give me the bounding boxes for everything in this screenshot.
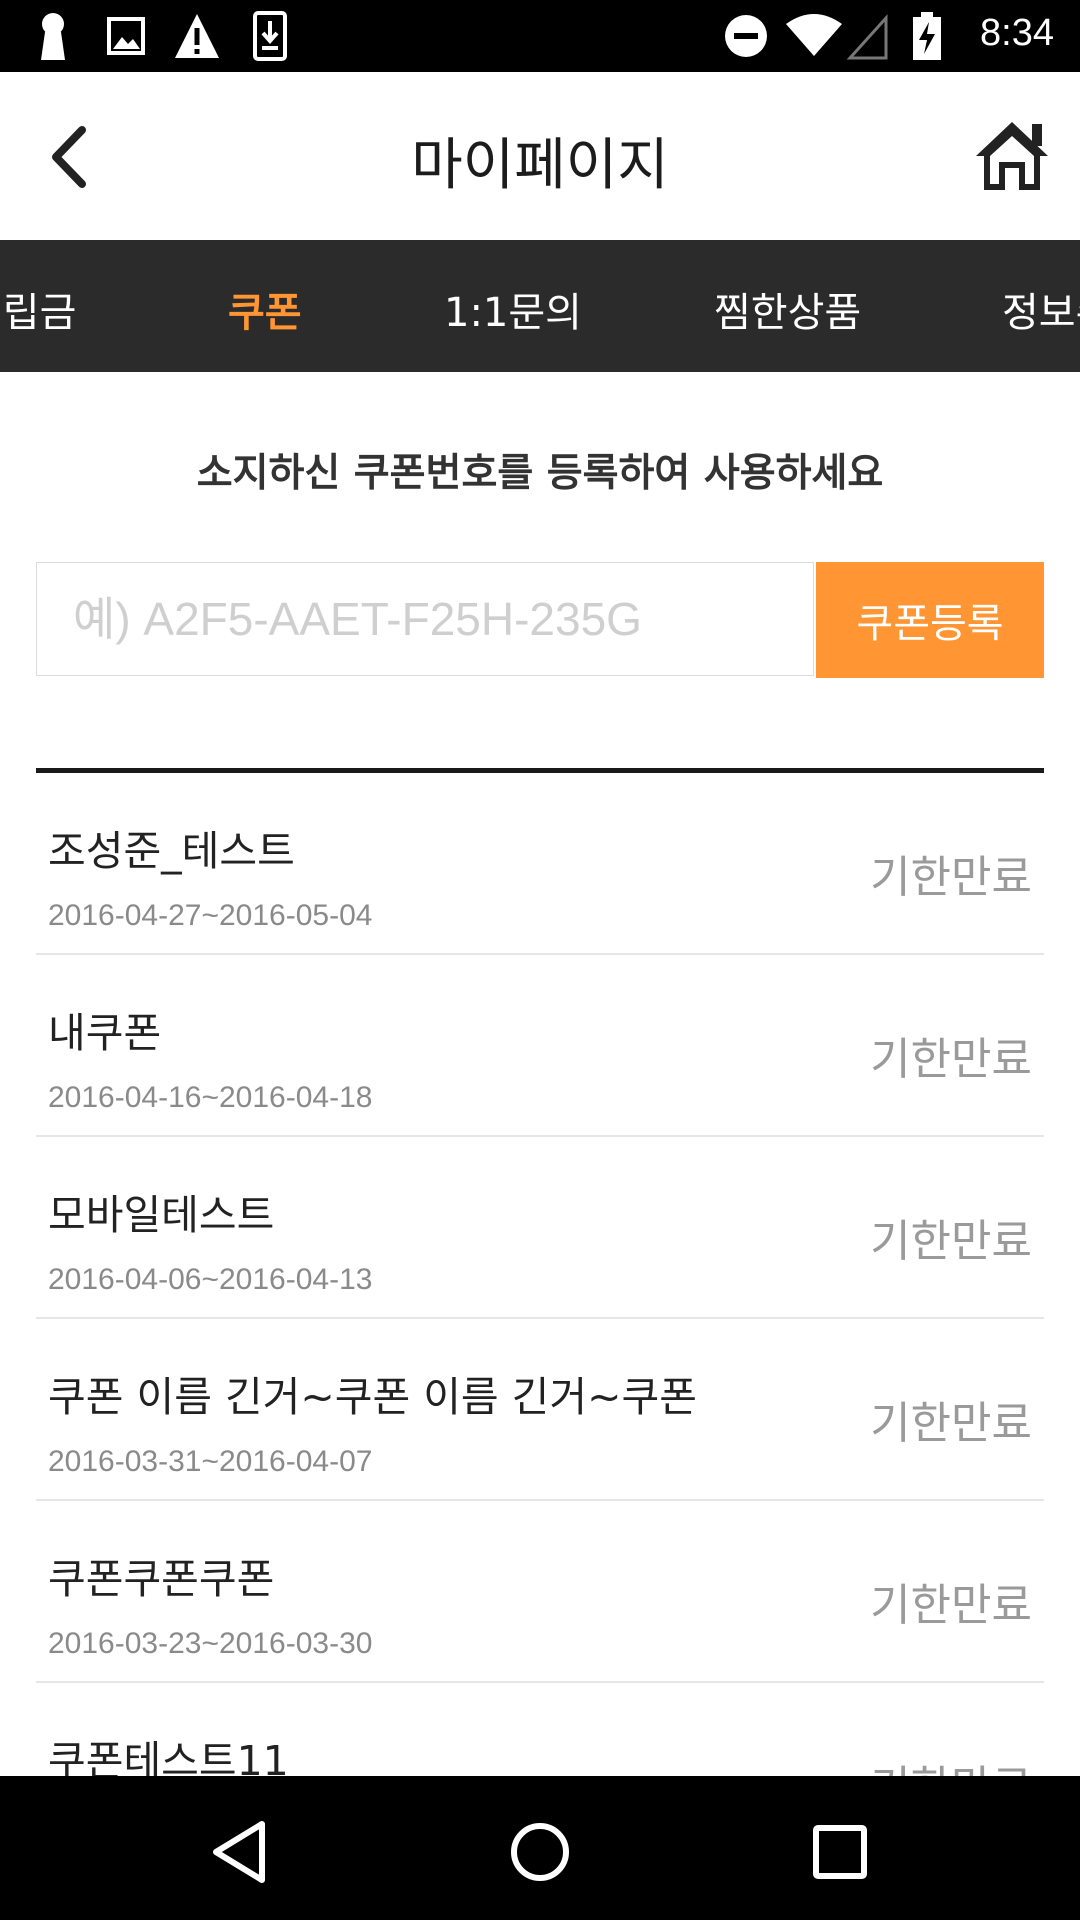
tab-edit-info[interactable]: 정보수정 [1002, 280, 1080, 338]
coupon-period: 2016-03-31~2016-04-07 [48, 1445, 373, 1478]
list-item[interactable]: 모바일테스트 2016-04-06~2016-04-13 기한만료 [36, 1137, 1044, 1319]
coupon-name: 내쿠폰 [48, 1009, 162, 1057]
warning-icon [175, 14, 219, 58]
coupon-period: 2016-03-23~2016-03-30 [48, 1627, 373, 1660]
page-title: 마이페이지 [411, 133, 669, 198]
tab-coupon[interactable]: 쿠폰 [228, 280, 302, 338]
tab-inquiry[interactable]: 1:1문의 [444, 280, 582, 338]
coupon-name: 쿠폰 이름 긴거~쿠폰 이름 긴거~쿠폰 [48, 1373, 697, 1421]
coupon-name: 조성준_테스트 [48, 827, 295, 875]
coupon-code-input[interactable] [36, 562, 814, 676]
coupon-list: 조성준_테스트 2016-04-27~2016-05-04 기한만료 내쿠폰 2… [36, 773, 1044, 1865]
download-icon [253, 11, 287, 61]
coupon-status: 기한만료 [870, 852, 1032, 903]
wifi-icon [786, 14, 842, 56]
list-item[interactable]: 쿠폰 이름 긴거~쿠폰 이름 긴거~쿠폰 2016-03-31~2016-04-… [36, 1319, 1044, 1501]
coupon-status: 기한만료 [870, 1034, 1032, 1085]
home-button[interactable] [972, 116, 1052, 196]
battery-charging-icon [913, 12, 941, 60]
coupon-instruction: 소지하신 쿠폰번호를 등록하여 사용하세요 [196, 451, 884, 496]
home-circle-icon[interactable] [500, 1812, 580, 1892]
coupon-register-form: 쿠폰등록 [36, 562, 1044, 678]
coupon-status: 기한만료 [870, 1216, 1032, 1267]
list-item[interactable]: 조성준_테스트 2016-04-27~2016-05-04 기한만료 [36, 773, 1044, 955]
list-item[interactable]: 쿠폰쿠폰쿠폰 2016-03-23~2016-03-30 기한만료 [36, 1501, 1044, 1683]
list-item[interactable]: 내쿠폰 2016-04-16~2016-04-18 기한만료 [36, 955, 1044, 1137]
coupon-name: 모바일테스트 [48, 1191, 275, 1239]
coupon-status: 기한만료 [870, 1398, 1032, 1449]
coupon-status: 기한만료 [870, 1580, 1032, 1631]
tab-wishlist[interactable]: 찜한상품 [714, 280, 861, 338]
cellular-signal-icon [846, 14, 888, 60]
recents-square-icon[interactable] [800, 1812, 880, 1892]
keyhole-icon [41, 13, 65, 60]
tab-bar: 적립금 쿠폰 1:1문의 찜한상품 정보수정 [0, 240, 1080, 372]
tab-points[interactable]: 적립금 [0, 280, 76, 338]
coupon-period: 2016-04-16~2016-04-18 [48, 1081, 373, 1114]
coupon-register-button[interactable]: 쿠폰등록 [816, 562, 1044, 678]
app-header: 마이페이지 [0, 72, 1080, 240]
coupon-name: 쿠폰쿠폰쿠폰 [48, 1555, 275, 1603]
navigation-bar [0, 1776, 1080, 1920]
back-triangle-icon[interactable] [200, 1812, 280, 1892]
coupon-period: 2016-04-27~2016-05-04 [48, 899, 373, 932]
do-not-disturb-icon [725, 15, 767, 57]
status-bar: 8:34 [0, 0, 1080, 72]
image-icon [107, 17, 145, 55]
coupon-period: 2016-04-06~2016-04-13 [48, 1263, 373, 1296]
clock: 8:34 [980, 12, 1054, 54]
